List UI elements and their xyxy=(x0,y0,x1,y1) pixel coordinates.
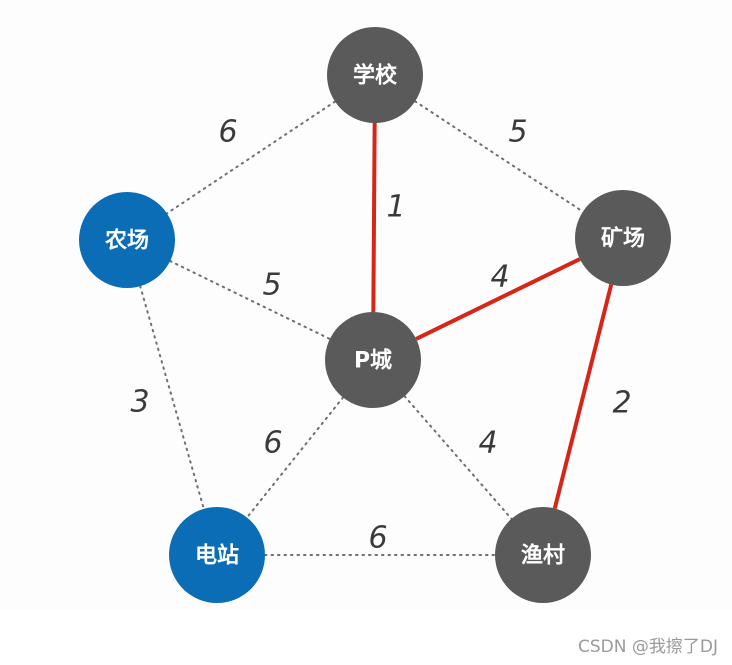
edge-school-farm xyxy=(165,100,337,215)
edge-farm-pcity xyxy=(169,260,331,340)
edge-pcity-power xyxy=(245,396,345,519)
node-pcity: P城 xyxy=(325,312,421,408)
csdn-watermark: CSDN @我擦了DJ xyxy=(578,637,718,657)
node-label-pcity: P城 xyxy=(354,348,392,374)
edge-weight-farm-power: 3 xyxy=(130,385,149,420)
edge-weight-school-pcity: 1 xyxy=(386,190,405,225)
edge-weight-pcity-power: 6 xyxy=(263,426,282,461)
node-school: 学校 xyxy=(327,27,423,123)
nodes-layer: 学校农场 矿场 P城电站 渔村 xyxy=(79,27,671,603)
edge-school-pcity-highlighted xyxy=(371,122,377,313)
node-label-school: 学校 xyxy=(353,63,398,89)
edge-mine-fishing-highlighted xyxy=(552,284,614,509)
node-power: 电站 xyxy=(169,507,265,603)
edge-school-mine xyxy=(414,100,584,213)
edge-weight-power-fishing: 6 xyxy=(368,521,387,556)
node-label-power: 电站 xyxy=(195,544,239,569)
edge-weight-pcity-fishing: 4 xyxy=(478,426,497,461)
edge-farm-power xyxy=(139,285,205,510)
node-label-mine: 矿场 xyxy=(601,226,645,252)
node-fishing: 渔村 xyxy=(495,507,591,603)
edge-weight-pcity-mine: 4 xyxy=(490,260,509,295)
node-farm: 农场 xyxy=(79,192,175,288)
node-label-fishing: 渔村 xyxy=(521,543,565,569)
node-mine: 矿场 xyxy=(575,190,671,286)
edge-weight-school-mine: 5 xyxy=(508,115,527,150)
graph-diagram: 6 5 1 5 4 2 3 6 4 6 学校农场 矿场 P城电站 渔村 xyxy=(0,0,732,610)
node-label-farm: 农场 xyxy=(104,228,149,254)
edge-weight-mine-fishing: 2 xyxy=(612,386,631,421)
edge-weight-school-farm: 6 xyxy=(218,115,237,150)
edge-weight-farm-pcity: 5 xyxy=(262,268,281,303)
